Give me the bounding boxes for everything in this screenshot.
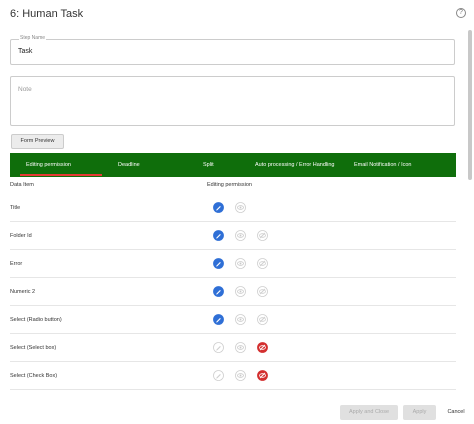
edit-permission-icon[interactable]	[213, 258, 224, 269]
edit-permission-icon[interactable]	[213, 342, 224, 353]
edit-permission-icon[interactable]	[213, 202, 224, 213]
table-row: Error	[10, 250, 456, 278]
hidden-permission-icon[interactable]	[257, 314, 268, 325]
row-label: Select (Check Box)	[10, 373, 58, 379]
row-label: Folder Id	[10, 233, 32, 239]
tab-bar: Editing permission Deadline Split Auto p…	[10, 153, 456, 177]
hidden-permission-icon[interactable]	[257, 342, 268, 353]
table-row: Folder Id	[10, 222, 456, 250]
row-label: Error	[10, 261, 23, 267]
edit-permission-icon[interactable]	[213, 286, 224, 297]
tab-split[interactable]: Split	[203, 153, 214, 177]
column-header-data-item: Data Item	[10, 182, 34, 188]
row-label: Select (Select box)	[10, 345, 57, 351]
tab-deadline[interactable]: Deadline	[118, 153, 140, 177]
step-name-field[interactable]: Step Name Task	[10, 35, 455, 65]
apply-button[interactable]: Apply	[403, 405, 436, 420]
view-permission-icon[interactable]	[235, 342, 246, 353]
view-permission-icon[interactable]	[235, 202, 246, 213]
step-name-value: Task	[18, 48, 33, 55]
help-icon[interactable]: ?	[456, 8, 466, 18]
table-row: Numeric 2	[10, 278, 456, 306]
hidden-permission-icon[interactable]	[257, 370, 268, 381]
edit-permission-icon[interactable]	[213, 314, 224, 325]
step-name-label: Step Name	[19, 35, 47, 41]
apply-and-close-button[interactable]: Apply and Close	[340, 405, 398, 420]
hidden-permission-icon[interactable]	[257, 258, 268, 269]
table-row: Select (Radio button)	[10, 306, 456, 334]
table-row: Title	[10, 194, 456, 222]
tab-email-notification[interactable]: Email Notification / Icon	[354, 153, 411, 177]
window-title: 6: Human Task	[10, 8, 84, 20]
edit-permission-icon[interactable]	[213, 370, 224, 381]
row-label: Numeric 2	[10, 289, 36, 295]
table-row: Select (Check Box)	[10, 362, 456, 390]
view-permission-icon[interactable]	[235, 258, 246, 269]
view-permission-icon[interactable]	[235, 286, 246, 297]
view-permission-icon[interactable]	[235, 314, 246, 325]
scrollbar-thumb[interactable]	[468, 30, 472, 180]
row-label: Title	[10, 205, 21, 211]
hidden-permission-icon[interactable]	[257, 230, 268, 241]
table-row: Select (Select box)	[10, 334, 456, 362]
cancel-button[interactable]: Cancel	[443, 405, 469, 420]
column-header-editing-permission: Editing permission	[207, 182, 252, 188]
view-permission-icon[interactable]	[235, 230, 246, 241]
note-field[interactable]: Note	[10, 76, 455, 126]
view-permission-icon[interactable]	[235, 370, 246, 381]
tab-auto-processing[interactable]: Auto processing / Error Handling	[255, 153, 334, 177]
form-preview-button[interactable]: Form Preview	[11, 134, 64, 149]
row-label: Select (Radio button)	[10, 317, 62, 323]
note-placeholder: Note	[18, 86, 32, 93]
active-tab-indicator	[20, 174, 102, 176]
edit-permission-icon[interactable]	[213, 230, 224, 241]
hidden-permission-icon[interactable]	[257, 286, 268, 297]
